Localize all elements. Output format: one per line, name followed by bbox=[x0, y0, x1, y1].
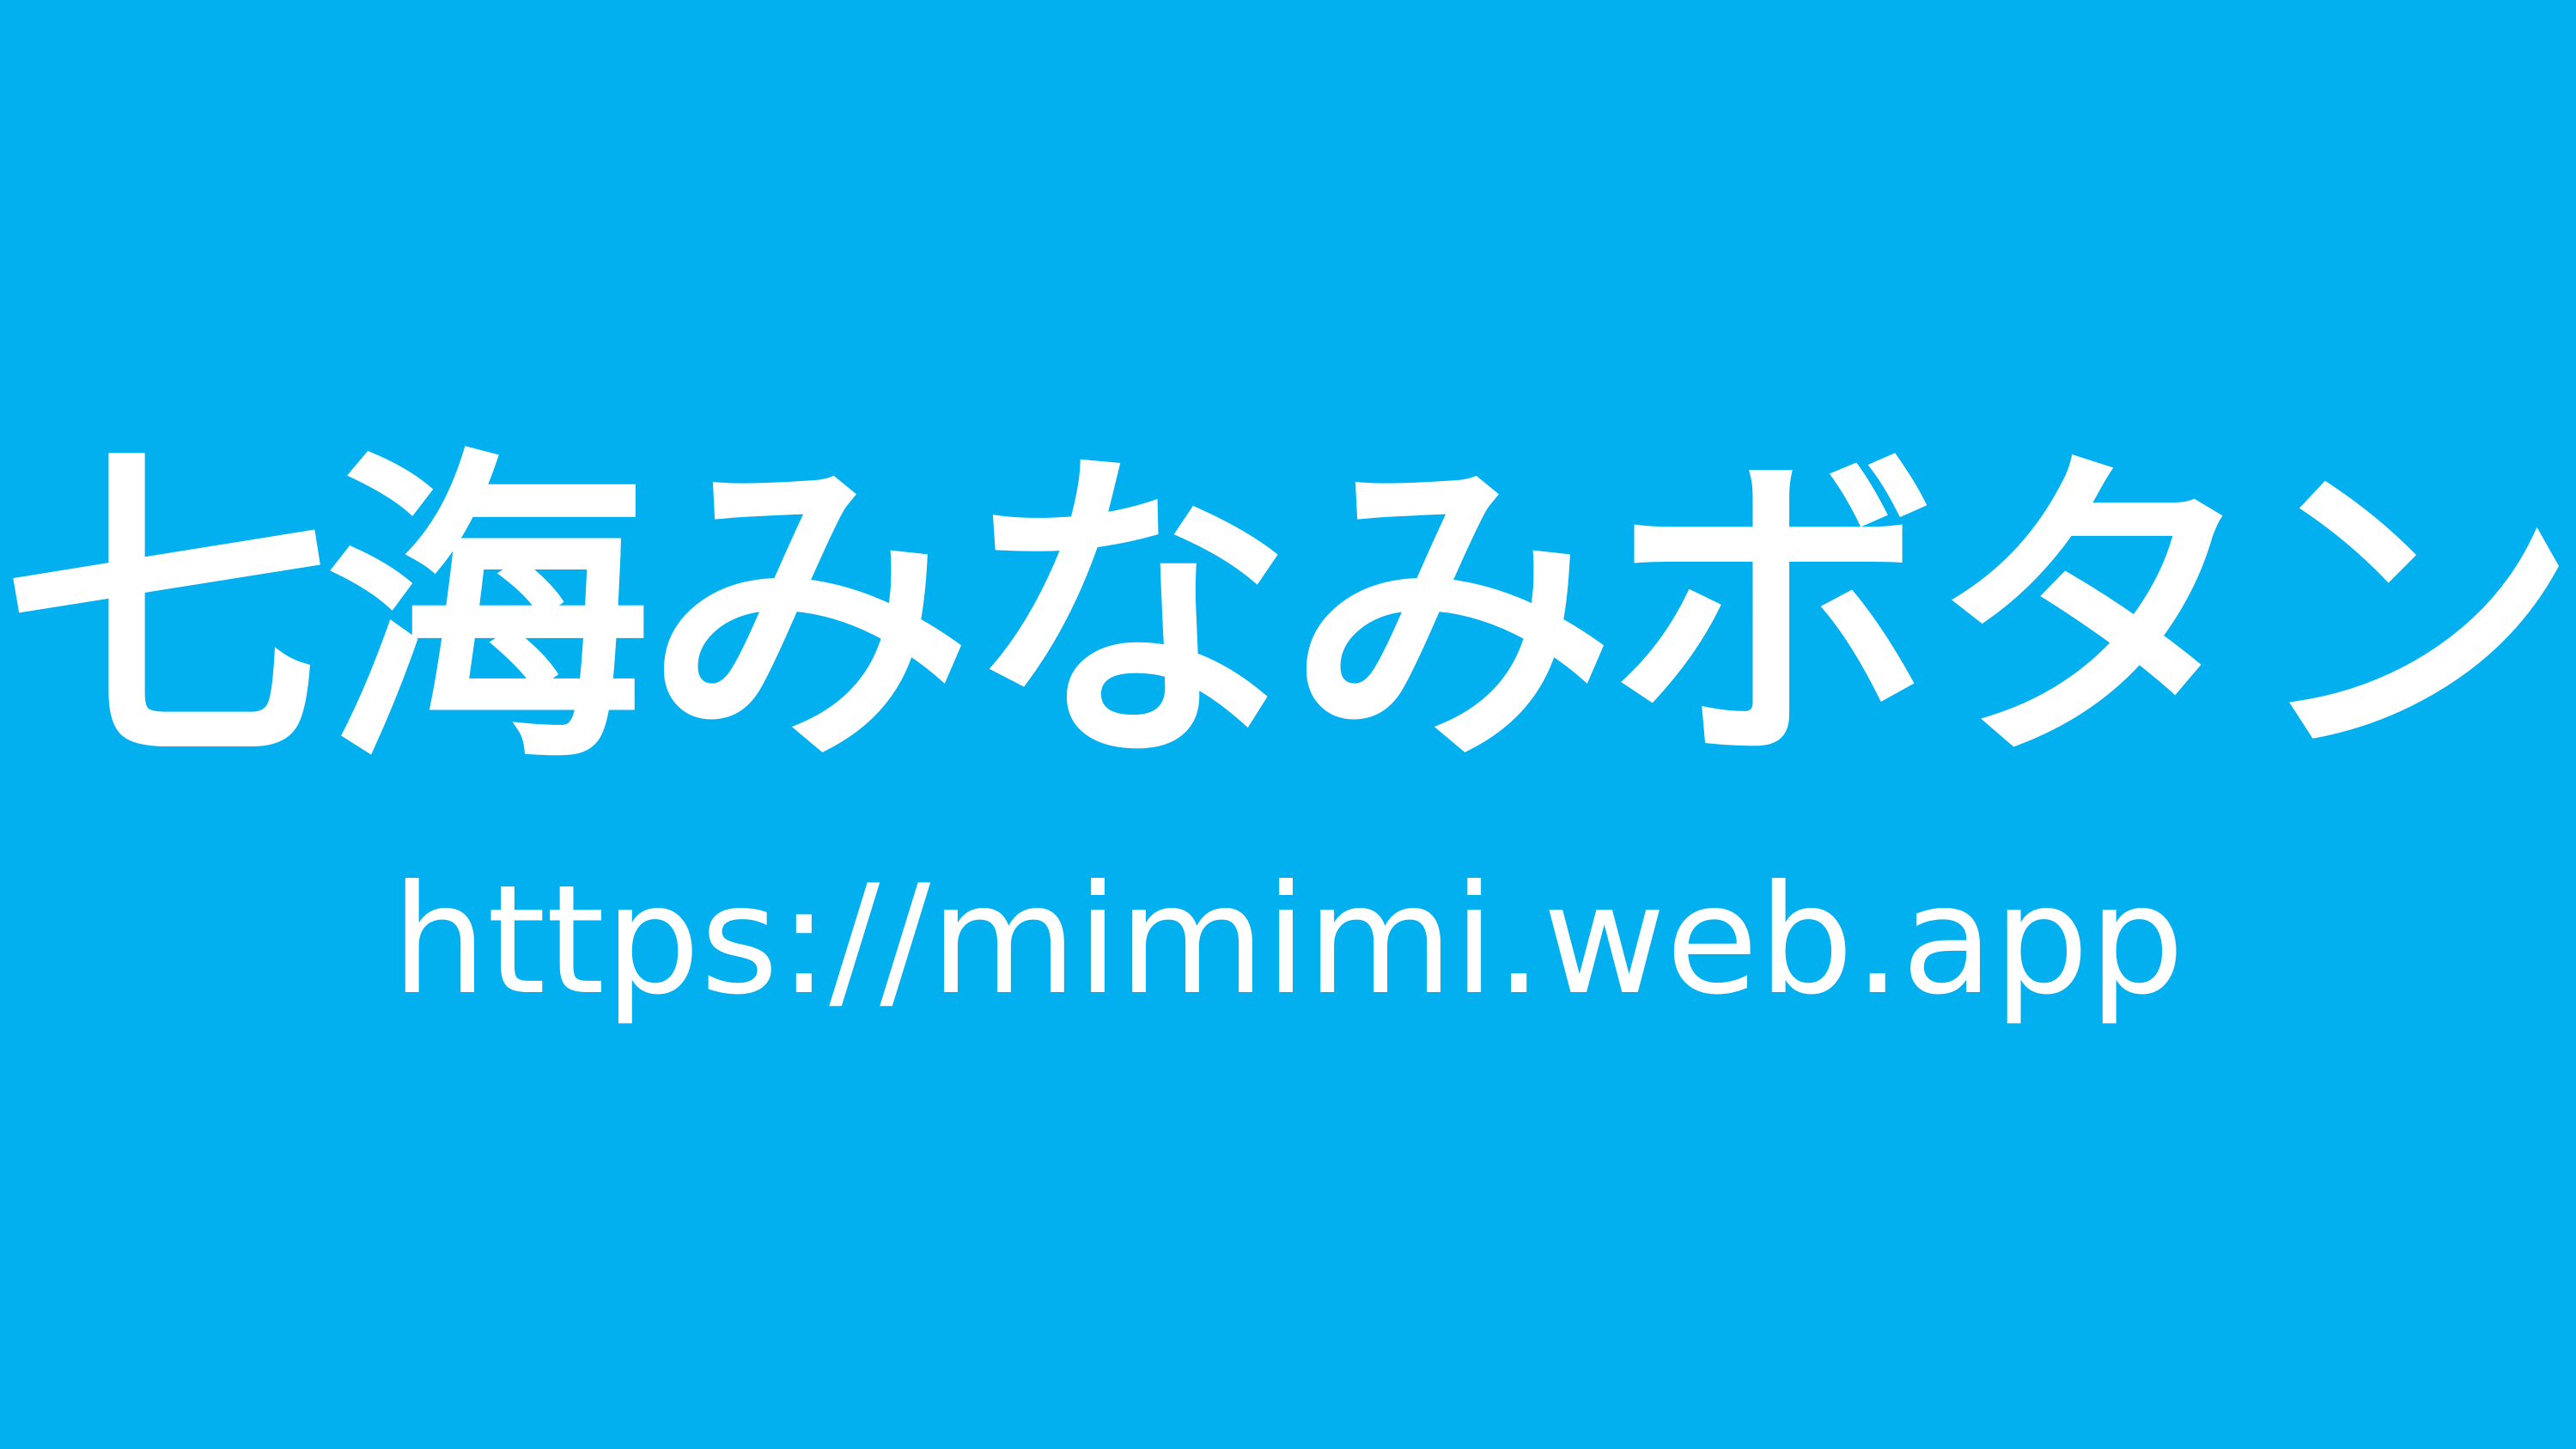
site-title: 七海みなみボタン bbox=[3, 423, 2576, 804]
banner: { "banner": { "title": "七海みなみボタン", "url"… bbox=[0, 0, 2576, 1449]
site-url: https://mimimi.web.app bbox=[391, 853, 2185, 1028]
